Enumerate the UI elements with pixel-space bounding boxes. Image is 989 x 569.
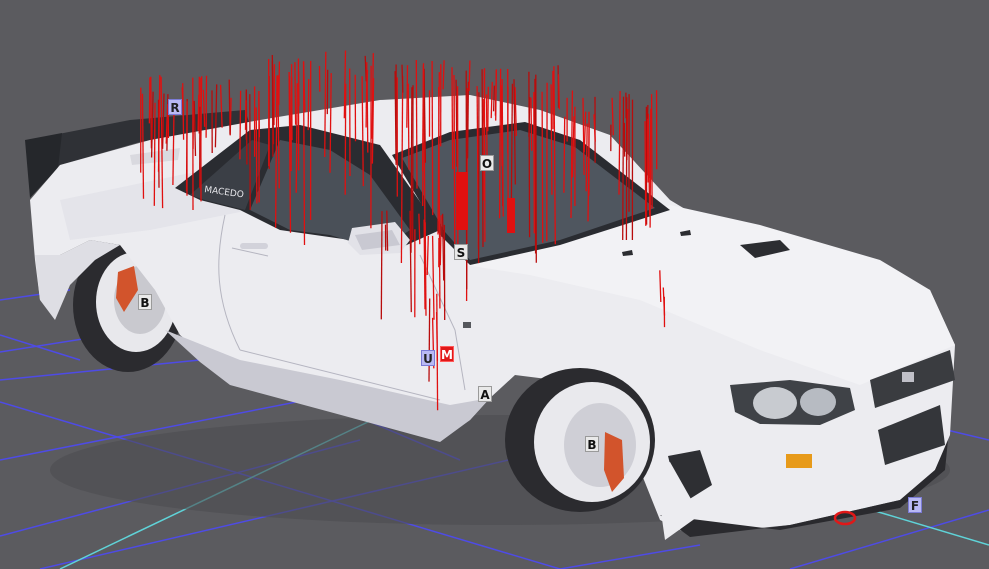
door-handle <box>240 243 268 249</box>
force-line <box>528 97 531 137</box>
force-line <box>366 73 369 153</box>
force-line <box>451 67 454 170</box>
force-line <box>415 59 418 189</box>
force-line <box>307 79 310 131</box>
force-line <box>271 60 274 157</box>
force-line <box>228 79 231 135</box>
force-line <box>563 116 566 193</box>
marker-r[interactable]: R <box>168 99 182 115</box>
force-line <box>528 71 531 238</box>
force-line <box>386 210 389 251</box>
force-line <box>442 60 445 90</box>
force-line <box>466 81 470 159</box>
force-block <box>456 172 468 230</box>
foglight <box>786 454 812 468</box>
force-line <box>153 102 156 206</box>
force-line <box>622 96 625 241</box>
force-line <box>431 60 434 216</box>
force-line <box>535 74 537 263</box>
force-line <box>418 213 421 245</box>
force-line <box>644 121 647 226</box>
force-line <box>380 211 383 320</box>
force-line <box>148 77 151 124</box>
force-line <box>468 60 471 91</box>
marker-o[interactable]: O <box>480 155 494 171</box>
grille-badge <box>902 372 914 382</box>
marker-m[interactable]: M <box>440 346 454 362</box>
force-line <box>487 86 489 132</box>
force-line <box>421 65 425 172</box>
force-line <box>439 215 442 266</box>
marker-b-front[interactable]: B <box>585 436 599 452</box>
force-line <box>557 74 561 110</box>
marker-f[interactable]: F <box>908 497 922 513</box>
grid-line <box>0 359 201 381</box>
force-line <box>239 90 242 160</box>
force-line <box>364 55 367 82</box>
force-block <box>507 198 515 233</box>
marker-u[interactable]: U <box>421 350 435 366</box>
force-line <box>401 64 404 93</box>
side-marker <box>463 322 471 328</box>
force-line <box>649 108 652 228</box>
grid-line <box>0 334 81 361</box>
3d-viewport[interactable]: MACEDO R O S B U M A B F <box>0 0 989 569</box>
force-line <box>344 83 347 195</box>
force-line <box>455 79 458 167</box>
force-line <box>611 97 614 136</box>
marker-s[interactable]: S <box>454 244 468 260</box>
force-line <box>428 298 431 382</box>
force-line <box>436 293 439 411</box>
force-line <box>410 87 413 253</box>
force-line <box>530 97 533 151</box>
force-line <box>200 76 203 146</box>
force-line <box>278 61 281 105</box>
force-line <box>650 94 653 209</box>
force-line <box>495 70 497 121</box>
force-line <box>406 65 409 128</box>
force-line <box>407 83 410 170</box>
scene-canvas: MACEDO <box>0 50 989 569</box>
force-line <box>533 91 535 234</box>
force-line <box>646 118 649 183</box>
force-line <box>294 62 297 125</box>
force-line <box>255 107 258 204</box>
force-line <box>423 219 426 310</box>
force-line <box>541 91 544 243</box>
force-line <box>550 84 553 195</box>
force-line <box>258 98 261 138</box>
grid-line <box>559 544 701 569</box>
marker-a[interactable]: A <box>478 386 492 402</box>
marker-b-rear[interactable]: B <box>138 294 152 310</box>
force-line <box>492 85 496 112</box>
force-line <box>150 76 153 149</box>
force-line <box>182 83 185 140</box>
